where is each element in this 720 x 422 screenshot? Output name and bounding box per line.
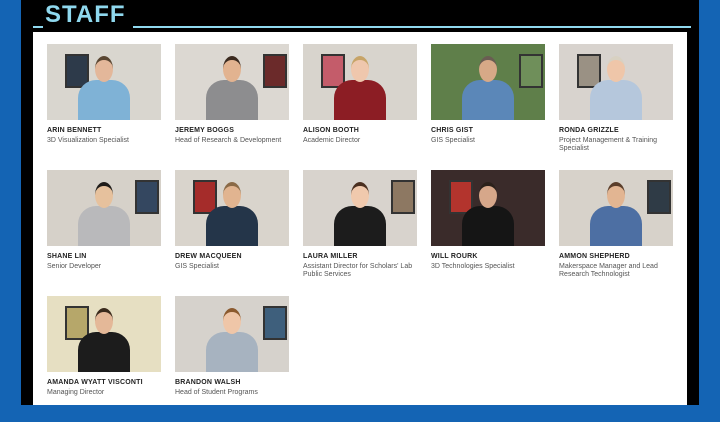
- staff-name[interactable]: RONDA GRIZZLE: [559, 127, 673, 134]
- staff-name[interactable]: DREW MACQUEEN: [175, 253, 289, 260]
- staff-card[interactable]: BRANDON WALSH Head of Student Programs: [175, 296, 289, 422]
- wall-poster: [391, 180, 415, 214]
- staff-name[interactable]: CHRIS GIST: [431, 127, 545, 134]
- staff-card[interactable]: LAURA MILLER Assistant Director for Schol…: [303, 170, 417, 296]
- staff-role: Head of Research & Development: [175, 137, 282, 144]
- staff-name[interactable]: WILL ROURK: [431, 253, 545, 260]
- staff-role: Head of Student Programs: [175, 389, 258, 396]
- wall-poster: [519, 54, 543, 88]
- staff-card[interactable]: ALISON BOOTH Academic Director: [303, 44, 417, 170]
- person-head: [223, 182, 241, 208]
- staff-photo[interactable]: [431, 170, 545, 246]
- staff-name[interactable]: BRANDON WALSH: [175, 379, 289, 386]
- person-head: [479, 56, 497, 82]
- staff-photo[interactable]: [47, 44, 161, 120]
- staff-card[interactable]: JEREMY BOGGS Head of Research & Developme…: [175, 44, 289, 170]
- staff-photo[interactable]: [303, 44, 417, 120]
- wall-poster: [647, 180, 671, 214]
- staff-role: Managing Director: [47, 389, 105, 396]
- staff-photo[interactable]: [47, 296, 161, 372]
- staff-name[interactable]: AMMON SHEPHERD: [559, 253, 673, 260]
- person-body: [78, 80, 130, 120]
- staff-name[interactable]: AMANDA WYATT VISCONTI: [47, 379, 161, 386]
- staff-card[interactable]: AMANDA WYATT VISCONTI Managing Director: [47, 296, 161, 422]
- person-head: [607, 56, 625, 82]
- staff-photo[interactable]: [559, 44, 673, 120]
- person-head: [351, 56, 369, 82]
- staff-name[interactable]: ARIN BENNETT: [47, 127, 161, 134]
- staff-card[interactable]: CHRIS GIST GIS Specialist: [431, 44, 545, 170]
- person-body: [462, 206, 514, 246]
- staff-role: Academic Director: [303, 137, 361, 144]
- person-body: [78, 332, 130, 372]
- staff-role: 3D Visualization Specialist: [47, 137, 129, 144]
- staff-card[interactable]: ARIN BENNETT 3D Visualization Specialist: [47, 44, 161, 170]
- page-title: STAFF: [45, 1, 126, 28]
- person-body: [590, 206, 642, 246]
- person-head: [95, 308, 113, 334]
- person-body: [78, 206, 130, 246]
- person-head: [479, 182, 497, 208]
- staff-role: 3D Technologies Specialist: [431, 263, 515, 270]
- person-head: [351, 182, 369, 208]
- staff-card[interactable]: DREW MACQUEEN GIS Specialist: [175, 170, 289, 296]
- person-head: [223, 308, 241, 334]
- wall-poster: [263, 54, 287, 88]
- staff-role: Senior Developer: [47, 263, 102, 270]
- staff-photo[interactable]: [175, 44, 289, 120]
- person-head: [607, 182, 625, 208]
- staff-card[interactable]: RONDA GRIZZLE Project Management & Traini…: [559, 44, 673, 170]
- person-body: [206, 80, 258, 120]
- staff-header: STAFF: [21, 0, 699, 30]
- person-body: [206, 332, 258, 372]
- staff-role: Project Management & Training Specialist: [559, 137, 658, 152]
- person-body: [462, 80, 514, 120]
- staff-name[interactable]: ALISON BOOTH: [303, 127, 417, 134]
- staff-page: ARIN BENNETT 3D Visualization Specialist J…: [33, 32, 687, 405]
- staff-photo[interactable]: [175, 170, 289, 246]
- staff-role: GIS Specialist: [431, 137, 475, 144]
- wall-poster: [135, 180, 159, 214]
- person-body: [206, 206, 258, 246]
- staff-card[interactable]: WILL ROURK 3D Technologies Specialist: [431, 170, 545, 296]
- staff-card[interactable]: AMMON SHEPHERD Makerspace Manager and Lea…: [559, 170, 673, 296]
- staff-role: Assistant Director for Scholars' Lab Pub…: [303, 263, 413, 278]
- person-body: [334, 80, 386, 120]
- staff-name[interactable]: JEREMY BOGGS: [175, 127, 289, 134]
- person-body: [590, 80, 642, 120]
- staff-card[interactable]: SHANE LIN Senior Developer: [47, 170, 161, 296]
- wall-poster: [263, 306, 287, 340]
- staff-photo[interactable]: [559, 170, 673, 246]
- staff-role: GIS Specialist: [175, 263, 219, 270]
- staff-photo[interactable]: [303, 170, 417, 246]
- staff-photo[interactable]: [47, 170, 161, 246]
- person-head: [95, 56, 113, 82]
- staff-role: Makerspace Manager and Lead Research Tec…: [559, 263, 658, 278]
- staff-name[interactable]: SHANE LIN: [47, 253, 161, 260]
- staff-photo[interactable]: [175, 296, 289, 372]
- person-head: [223, 56, 241, 82]
- slide-frame: STAFF ARIN BENNETT 3D Visualization Speci…: [21, 0, 699, 405]
- staff-name[interactable]: LAURA MILLER: [303, 253, 417, 260]
- staff-grid: ARIN BENNETT 3D Visualization Specialist J…: [47, 44, 673, 422]
- staff-photo[interactable]: [431, 44, 545, 120]
- person-body: [334, 206, 386, 246]
- person-head: [95, 182, 113, 208]
